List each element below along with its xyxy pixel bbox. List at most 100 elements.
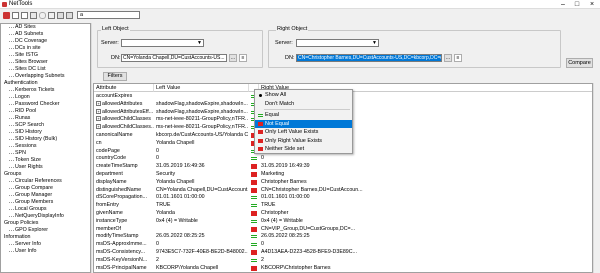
sidebar-item-label: Sites DC List <box>15 66 46 72</box>
sidebar-item[interactable]: Kerberos Tickets <box>1 87 90 94</box>
right-dn-field[interactable]: CN=Christopher Barnes,DU=CustAccounts-US… <box>296 54 442 62</box>
sidebar-item[interactable]: Circular References <box>1 178 90 185</box>
sidebar-category[interactable]: Group Policies <box>1 220 90 227</box>
sidebar-item[interactable]: DCs in site <box>1 45 90 52</box>
sidebar-item[interactable]: AD Subnets <box>1 31 90 38</box>
sidebar-item[interactable]: SPN <box>1 150 90 157</box>
filters-button[interactable]: Filters <box>103 72 127 81</box>
sidebar-item[interactable]: DC Coverage <box>1 38 90 45</box>
sidebar-item[interactable]: SID History <box>1 129 90 136</box>
minimize-button[interactable]: – <box>556 0 570 9</box>
menu-item-label: Don't Match <box>265 100 295 107</box>
table-row[interactable]: msDS-Consistency... 9743E5C7-732F-40E8-BE… <box>94 249 592 256</box>
attribute-name: msDS-PrincipalName <box>96 264 147 271</box>
search-input[interactable]: a <box>77 11 140 19</box>
sidebar-item[interactable]: GPO Explorer <box>1 227 90 234</box>
menu-item[interactable]: Don't Match <box>255 100 352 108</box>
table-row[interactable]: modifyTimeStamp 26.05.2022 08:25:25 26.05.… <box>94 233 592 240</box>
grid-scrollbar[interactable] <box>593 83 600 273</box>
sidebar-item[interactable]: Group Compare <box>1 185 90 192</box>
sidebar-item[interactable]: SID History (Bulk) <box>1 136 90 143</box>
column-header-left-value[interactable]: Left Value <box>154 84 249 92</box>
column-header-attribute[interactable]: Attribute <box>94 84 154 92</box>
menu-item[interactable]: Equal <box>255 111 352 119</box>
menu-item[interactable]: Not Equal <box>255 119 352 128</box>
left-value-cell: 0 <box>156 155 159 162</box>
menu-item[interactable]: Only Left Value Exists <box>255 128 352 136</box>
attribute-cell: msDS-PrincipalName <box>96 265 154 272</box>
help-icon[interactable] <box>57 12 64 19</box>
table-row[interactable]: msDS-KeyVersionN... 2 2 <box>94 257 592 264</box>
compare-button[interactable]: Compare <box>566 58 593 68</box>
sidebar-item[interactable]: Overlapping Subnets <box>1 73 90 80</box>
left-server-combo[interactable]: ▼ <box>121 39 204 47</box>
sidebar-item[interactable]: Sites DC List <box>1 66 90 73</box>
sidebar-item[interactable]: User Info <box>1 248 90 255</box>
table-row[interactable]: distinguishedName CN=Yolanda Chapell,DU=C… <box>94 187 592 194</box>
table-row[interactable]: memberOf CN=VIP_Group,DU=CustGroups,DC=..… <box>94 226 592 233</box>
sidebar-item[interactable]: Token Size <box>1 157 90 164</box>
right-list-icon[interactable]: ≡ <box>454 54 462 62</box>
expand-icon[interactable]: + <box>96 116 101 122</box>
attribute-name: department <box>96 171 123 177</box>
right-browse-button[interactable]: ... <box>444 54 452 62</box>
sidebar-item[interactable]: Group Members <box>1 199 90 206</box>
table-row[interactable]: msDS-ApproxImme... 0 0 <box>94 241 592 248</box>
table-row[interactable]: fromEntry TRUE TRUE <box>94 202 592 209</box>
sidebar-item[interactable]: Logon <box>1 94 90 101</box>
sidebar-item[interactable]: AD Sites <box>1 24 90 31</box>
right-server-combo[interactable]: ▼ <box>296 39 379 47</box>
save-icon[interactable] <box>30 12 37 19</box>
sidebar-item[interactable]: Site ISTG <box>1 52 90 59</box>
expand-icon[interactable]: + <box>96 124 101 130</box>
left-browse-button[interactable]: ... <box>229 54 237 62</box>
attribute-cell: displayName <box>96 179 154 186</box>
sidebar-item[interactable]: SCP Search <box>1 122 90 129</box>
sidebar-item[interactable]: Sites Browser <box>1 59 90 66</box>
settings-icon[interactable] <box>48 12 55 19</box>
sidebar-item[interactable]: Sessions <box>1 143 90 150</box>
copy-icon[interactable] <box>21 12 28 19</box>
sidebar-item[interactable]: Runas <box>1 115 90 122</box>
menu-item[interactable]: Show All <box>255 91 352 99</box>
sidebar-tree[interactable]: AD Sites AD Subnets DC Coverage DCs in site… <box>0 23 91 273</box>
table-row[interactable]: instanceType 0x4 (4) = Writable 0x4 (4) = … <box>94 218 592 225</box>
attribute-cell: cn <box>96 140 154 147</box>
menu-item-label: Show All <box>265 92 287 98</box>
sidebar-category[interactable]: Information <box>1 234 90 241</box>
sidebar-item-label: RID Pool <box>15 108 37 114</box>
maximize-button[interactable]: □ <box>570 0 584 9</box>
sidebar-item[interactable]: RID Pool <box>1 108 90 115</box>
left-value-cell: ms-net-ieee-80211-GroupPolicy,nTFR... <box>156 124 248 131</box>
table-row[interactable]: department Security Marketing <box>94 171 592 178</box>
table-row[interactable]: givenName Yolanda Christopher <box>94 210 592 217</box>
attribute-name: displayName <box>96 178 127 185</box>
expand-icon[interactable]: + <box>96 108 101 114</box>
table-row[interactable]: msDS-PrincipalName KBCORP\Yolanda Chapell… <box>94 265 592 272</box>
sidebar-item[interactable]: Local Groups <box>1 206 90 213</box>
search-icon[interactable] <box>39 12 46 19</box>
left-dn-field[interactable]: CN=Yolanda Chapell,DU=CustAccounts-US... <box>121 54 227 62</box>
table-row[interactable]: dSCorePropagation... 01.01.1601 01:00:00 0… <box>94 194 592 201</box>
sidebar-category[interactable]: Groups <box>1 171 90 178</box>
table-row[interactable]: countryCode 0 0 <box>94 155 592 162</box>
menu-item[interactable]: Only Right Value Exists <box>255 137 352 145</box>
filter-icon[interactable] <box>66 12 73 19</box>
sidebar-item[interactable]: User Rights <box>1 164 90 171</box>
table-row[interactable]: createTimeStamp 31.05.2019 16:49:36 31.05.… <box>94 163 592 170</box>
left-value-cell: Yolanda <box>156 210 175 216</box>
not-equal-icon <box>251 172 257 177</box>
menu-item[interactable]: Neither Side set <box>255 145 352 153</box>
table-row[interactable]: displayName Yolanda Chapell Christopher Ba… <box>94 179 592 186</box>
sidebar-item[interactable]: Group Manager <box>1 192 90 199</box>
expand-icon[interactable]: + <box>96 100 101 106</box>
sidebar-item[interactable]: Server Info <box>1 241 90 248</box>
sidebar-item[interactable]: Password Checker <box>1 101 90 108</box>
left-list-icon[interactable]: ≡ <box>239 54 247 62</box>
sidebar-item-label: Kerberos Tickets <box>15 87 55 93</box>
sidebar-item[interactable]: NetQueryDisplayInfo <box>1 213 90 220</box>
close-button[interactable]: × <box>585 0 599 9</box>
sidebar-category[interactable]: Authentication <box>1 80 90 87</box>
new-window-icon[interactable] <box>12 12 19 19</box>
nettools-icon[interactable] <box>3 12 10 19</box>
